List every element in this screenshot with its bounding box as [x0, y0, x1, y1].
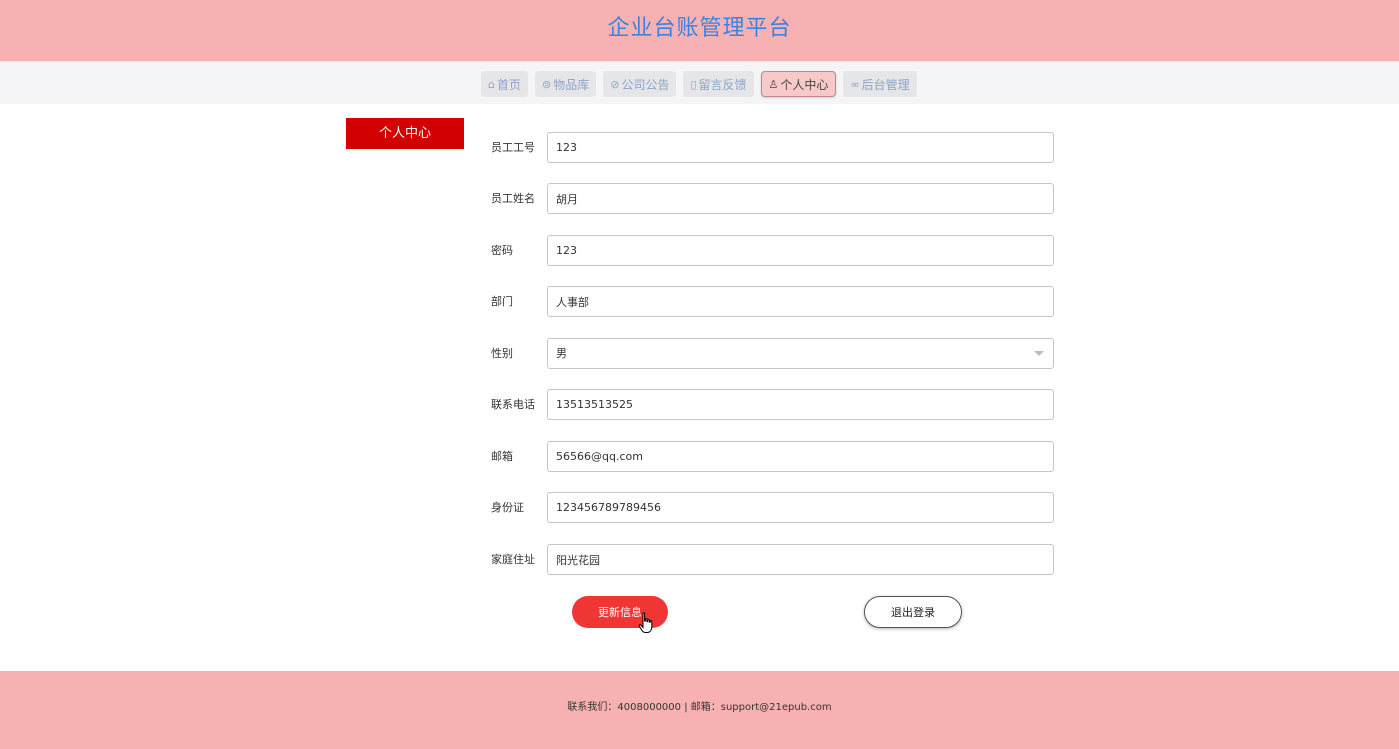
nav-item-label: 留言反馈	[698, 77, 747, 92]
nav-item-admin[interactable]: ∞ 后台管理	[843, 71, 917, 97]
employee-name-input[interactable]	[547, 183, 1054, 214]
department-input[interactable]	[547, 286, 1054, 317]
gender-select[interactable]: 男	[547, 338, 1054, 369]
field-label: 员工姓名	[491, 192, 535, 205]
form-row-email: 邮箱	[491, 441, 1054, 472]
nav-item-home[interactable]: ⌂ 首页	[481, 71, 528, 97]
form-row-employee-name: 员工姓名	[491, 183, 1054, 214]
nav-item-goods[interactable]: ⊜ 物品库	[535, 71, 597, 97]
field-label: 邮箱	[491, 450, 513, 463]
page-title: 企业台账管理平台	[607, 16, 792, 41]
nav-item-label: 首页	[496, 77, 521, 92]
home-icon: ⌂	[488, 77, 495, 91]
form-row-gender: 性别 男	[491, 338, 1054, 369]
logout-button[interactable]: 退出登录	[864, 596, 962, 628]
nav-item-feedback[interactable]: ▯ 留言反馈	[683, 71, 754, 97]
hand-cursor-icon	[638, 612, 653, 633]
field-label: 性别	[491, 347, 513, 360]
user-icon: ♙	[768, 77, 779, 91]
chevron-down-icon	[1034, 351, 1044, 356]
phone-input[interactable]	[547, 389, 1054, 420]
gender-selected-value: 男	[556, 347, 567, 360]
form-row-department: 部门	[491, 286, 1054, 317]
footer-contact-text: 联系我们：4008000000 | 邮箱：support@21epub.com	[567, 702, 832, 713]
field-label: 联系电话	[491, 398, 535, 411]
nav-item-label: 物品库	[553, 77, 590, 92]
field-label: 员工工号	[491, 141, 535, 154]
form-row-employee-id: 员工工号	[491, 132, 1054, 163]
email-input[interactable]	[547, 441, 1054, 472]
address-input[interactable]	[547, 544, 1054, 575]
footer-bar: 联系我们：4008000000 | 邮箱：support@21epub.com	[0, 671, 1399, 749]
form-row-password: 密码	[491, 235, 1054, 266]
nav-item-label: 个人中心	[780, 77, 829, 92]
box-icon: ⊜	[542, 77, 552, 91]
note-icon: ▯	[690, 77, 697, 91]
field-label: 家庭住址	[491, 553, 535, 566]
form-row-address: 家庭住址	[491, 544, 1054, 575]
side-section-title: 个人中心	[346, 118, 464, 149]
nav-item-announcement[interactable]: ⊘ 公司公告	[603, 71, 677, 97]
header-bar: 企业台账管理平台	[0, 0, 1399, 61]
id-card-input[interactable]	[547, 492, 1054, 523]
password-input[interactable]	[547, 235, 1054, 266]
nav-item-profile[interactable]: ♙ 个人中心	[760, 71, 837, 97]
nav-bar: ⌂ 首页 ⊜ 物品库 ⊘ 公司公告 ▯ 留言反馈 ♙ 个人中心 ∞ 后台管理	[0, 61, 1399, 104]
nav-menu: ⌂ 首页 ⊜ 物品库 ⊘ 公司公告 ▯ 留言反馈 ♙ 个人中心 ∞ 后台管理	[481, 71, 917, 97]
form-row-phone: 联系电话	[491, 389, 1054, 420]
link-icon: ∞	[850, 77, 860, 91]
nav-item-label: 公司公告	[621, 77, 670, 92]
field-label: 身份证	[491, 501, 524, 514]
field-label: 密码	[491, 244, 513, 257]
employee-id-input[interactable]	[547, 132, 1054, 163]
field-label: 部门	[491, 295, 513, 308]
announcement-icon: ⊘	[610, 77, 620, 91]
form-row-id-card: 身份证	[491, 492, 1054, 523]
nav-item-label: 后台管理	[861, 77, 910, 92]
